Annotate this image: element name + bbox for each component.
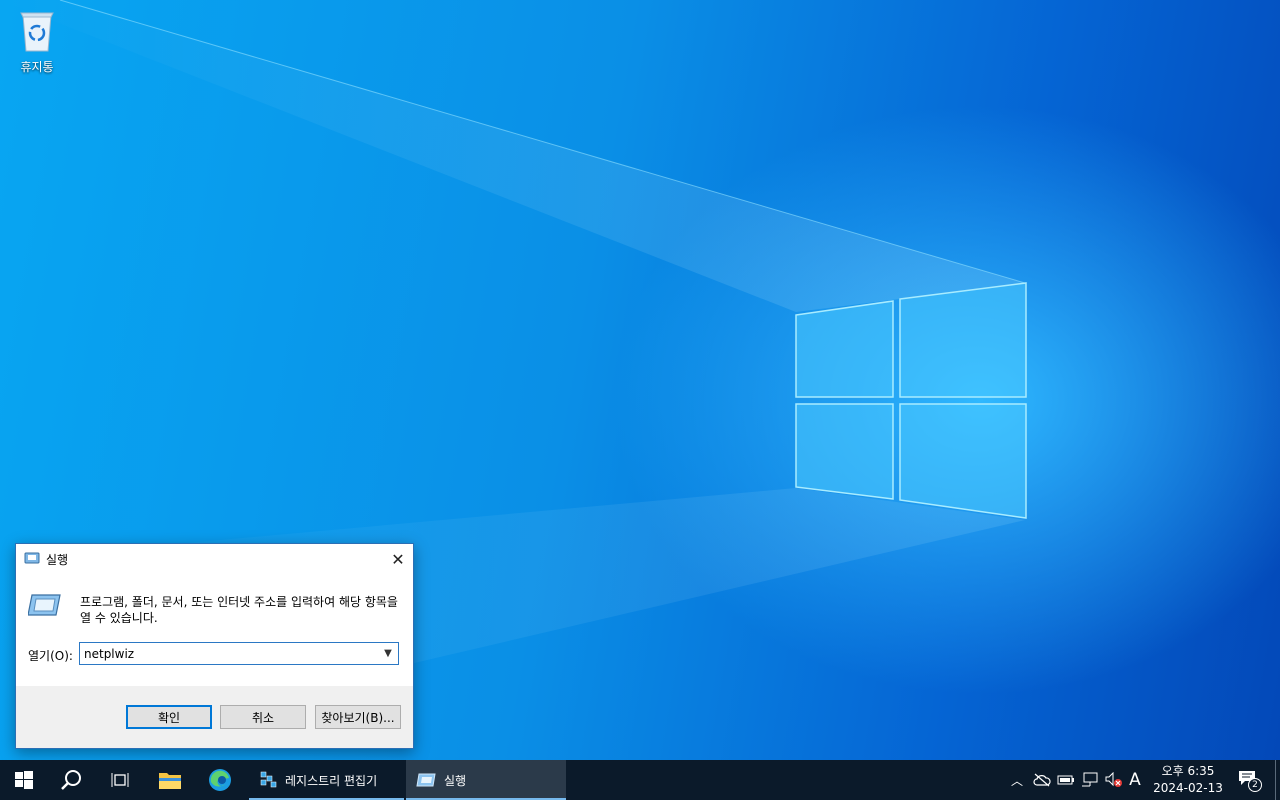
volume-muted-icon xyxy=(1105,772,1122,787)
clock-date: 2024-02-13 xyxy=(1153,781,1223,795)
task-view-button[interactable] xyxy=(96,760,144,800)
show-desktop-divider[interactable] xyxy=(1275,760,1276,800)
recycle-bin-icon xyxy=(6,6,68,56)
dialog-footer: 확인 취소 찾아보기(B)... xyxy=(16,686,413,748)
chevron-up-icon: ︿ xyxy=(1010,773,1023,788)
desktop-icon-label: 휴지통 xyxy=(20,60,54,74)
clock-time: 오후 6:35 xyxy=(1161,764,1215,778)
edge-button[interactable] xyxy=(196,760,244,800)
run-dialog: 실행 ✕ 프로그램, 폴더, 문서, 또는 인터넷 주소를 입력하여 해당 항목… xyxy=(15,543,414,749)
dialog-description: 프로그램, 폴더, 문서, 또는 인터넷 주소를 입력하여 해당 항목을 열 수… xyxy=(80,595,398,625)
battery-button[interactable] xyxy=(1055,760,1077,800)
open-label: 열기(O): xyxy=(28,649,73,663)
taskbar-app-label: 레지스트리 편집기 xyxy=(285,773,378,788)
network-button[interactable] xyxy=(1079,760,1101,800)
search-button[interactable] xyxy=(48,760,96,800)
desktop: 휴지통 실행 ✕ 프로그램, 폴더, 문서, 또는 인터넷 주소를 입력하여 해… xyxy=(0,0,1280,760)
desktop-icon-recycle-bin[interactable]: 휴지통 xyxy=(6,6,68,75)
dialog-title: 실행 xyxy=(46,552,69,567)
run-icon xyxy=(24,552,40,567)
browse-button[interactable]: 찾아보기(B)... xyxy=(315,705,401,729)
volume-button[interactable] xyxy=(1102,760,1124,800)
dialog-titlebar[interactable]: 실행 ✕ xyxy=(16,544,413,574)
close-icon: ✕ xyxy=(391,549,405,569)
action-center-button[interactable]: 2 xyxy=(1234,760,1264,800)
taskbar-app-regedit[interactable]: 레지스트리 편집기 xyxy=(249,760,404,800)
taskbar: 레지스트리 편집기 실행 ︿ A 오후 6:35 2024-02-13 2 xyxy=(0,760,1280,800)
network-icon xyxy=(1082,772,1098,787)
task-view-icon xyxy=(111,773,129,787)
clock[interactable]: 오후 6:35 2024-02-13 xyxy=(1150,763,1226,797)
cancel-button[interactable]: 취소 xyxy=(220,705,306,729)
start-button[interactable] xyxy=(0,760,48,800)
taskbar-app-run[interactable]: 실행 xyxy=(406,760,566,800)
onedrive-button[interactable] xyxy=(1031,760,1053,800)
close-button[interactable]: ✕ xyxy=(383,544,413,574)
run-icon xyxy=(416,773,436,787)
search-icon xyxy=(61,770,81,790)
windows-start-icon xyxy=(15,771,33,789)
edge-icon xyxy=(209,769,231,791)
regedit-icon xyxy=(260,771,277,788)
ime-indicator[interactable]: A xyxy=(1125,760,1145,800)
ok-button[interactable]: 확인 xyxy=(126,705,212,729)
battery-icon xyxy=(1057,775,1074,785)
file-explorer-button[interactable] xyxy=(146,760,194,800)
notification-badge: 2 xyxy=(1248,778,1262,792)
folder-icon xyxy=(159,773,181,789)
chevron-down-icon[interactable]: ▼ xyxy=(378,648,398,659)
show-hidden-icons-button[interactable]: ︿ xyxy=(1007,760,1027,800)
cloud-off-icon xyxy=(1033,773,1051,787)
taskbar-app-label: 실행 xyxy=(444,773,467,788)
open-input[interactable]: netplwiz xyxy=(80,647,378,661)
run-program-icon xyxy=(27,592,62,621)
open-combobox[interactable]: netplwiz ▼ xyxy=(79,642,399,665)
